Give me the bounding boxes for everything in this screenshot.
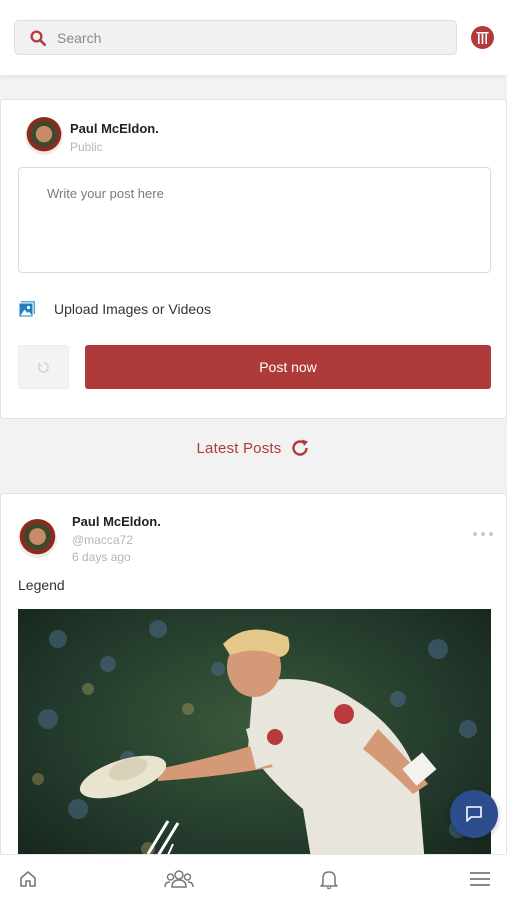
post-author-name[interactable]: Paul McEldon.	[72, 514, 161, 529]
refresh-icon	[38, 361, 49, 373]
nav-home[interactable]	[16, 867, 40, 891]
bell-icon	[320, 871, 338, 890]
avatar[interactable]	[18, 519, 57, 558]
hamburger-menu-icon	[470, 872, 490, 886]
visibility-label[interactable]: Public	[70, 140, 103, 154]
chat-button[interactable]	[450, 790, 498, 838]
search-box[interactable]	[14, 20, 457, 55]
avatar[interactable]	[25, 117, 63, 155]
image-icon	[18, 301, 35, 318]
stumps-icon	[476, 32, 489, 44]
upload-media-button[interactable]: Upload Images or Videos	[18, 300, 211, 318]
post-now-button[interactable]: Post now	[85, 345, 491, 389]
nav-notifications[interactable]	[317, 867, 341, 891]
reset-button[interactable]	[18, 345, 69, 389]
refresh-icon[interactable]	[290, 438, 310, 458]
latest-posts-label: Latest Posts	[196, 439, 282, 457]
top-bar	[0, 0, 507, 76]
groups-icon	[164, 870, 194, 888]
post-composer: Paul McEldon. Public Upload Images or Vi…	[0, 99, 507, 419]
more-horizontal-icon[interactable]	[473, 529, 493, 539]
post-author-handle: @macca72	[72, 533, 133, 547]
chat-icon	[466, 806, 482, 822]
home-icon	[20, 871, 36, 887]
post-text-input[interactable]	[18, 167, 491, 273]
latest-posts-header[interactable]: Latest Posts	[0, 436, 507, 460]
post-card: Paul McEldon. @macca72 6 days ago Legend	[0, 493, 507, 900]
nav-groups[interactable]	[164, 867, 194, 891]
post-timestamp: 6 days ago	[72, 550, 131, 564]
upload-label: Upload Images or Videos	[54, 301, 211, 317]
bottom-nav	[0, 854, 507, 900]
nav-menu[interactable]	[468, 867, 492, 891]
search-input[interactable]	[57, 29, 417, 46]
cricket-stumps-logo[interactable]	[471, 26, 494, 49]
search-icon	[30, 30, 47, 46]
composer-user-name: Paul McEldon.	[70, 121, 159, 136]
post-text: Legend	[18, 577, 65, 593]
